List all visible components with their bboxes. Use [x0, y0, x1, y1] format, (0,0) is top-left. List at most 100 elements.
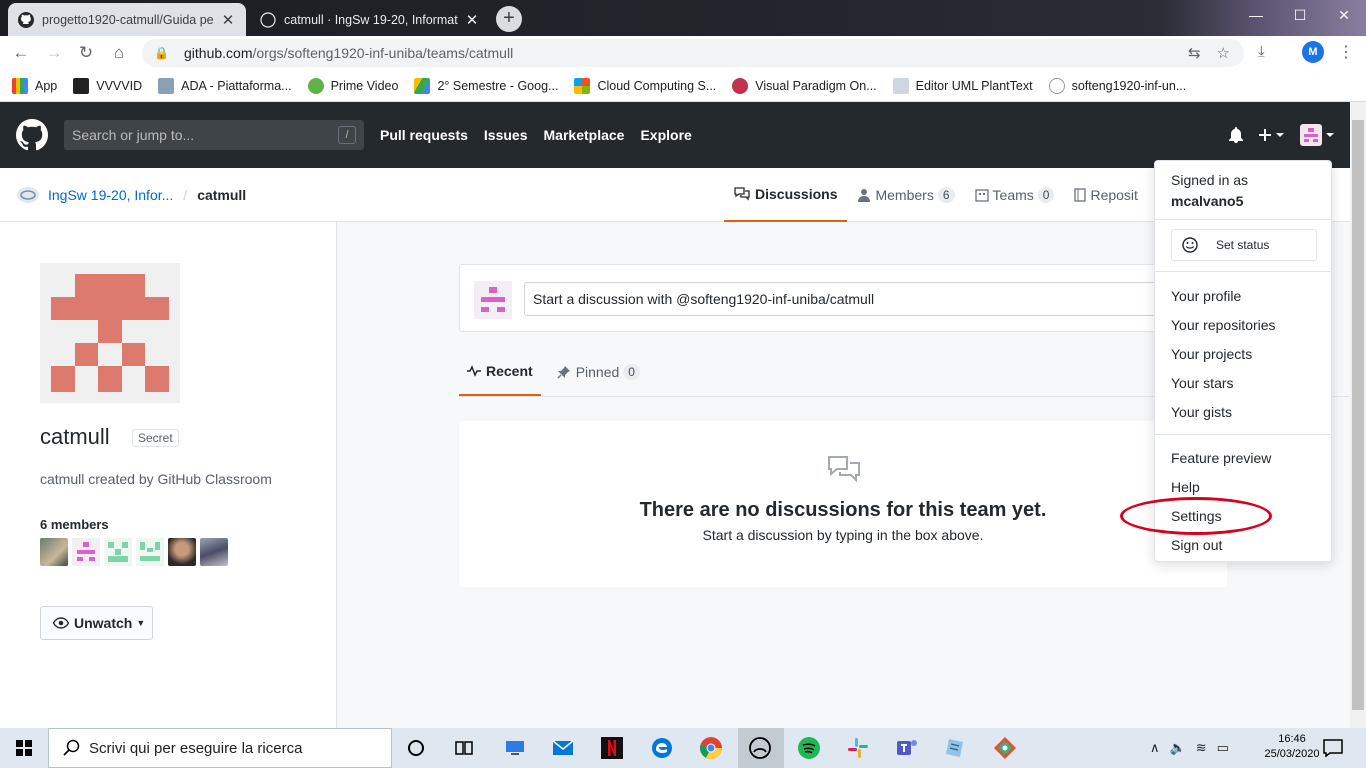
- browser-tab[interactable]: progetto1920-catmull/Guida per ✕: [8, 3, 246, 36]
- breadcrumb-team: catmull: [197, 187, 247, 203]
- bookmark-item[interactable]: softeng1920-inf-un...: [1048, 77, 1186, 94]
- new-tab-button[interactable]: +: [496, 6, 522, 32]
- cortana-icon[interactable]: [404, 736, 428, 760]
- create-new-plus-icon[interactable]: [1258, 127, 1286, 143]
- set-status-button[interactable]: Set status: [1171, 229, 1317, 261]
- menu-your-stars[interactable]: Your stars: [1171, 375, 1234, 391]
- bookmark-star-icon[interactable]: ☆: [1217, 44, 1230, 62]
- browser-tab-active[interactable]: catmull · IngSw 19-20, Informatic ✕: [250, 3, 490, 36]
- tab-pinned[interactable]: Pinned 0: [549, 348, 648, 396]
- github-favicon-icon: [18, 11, 34, 28]
- tab-discussions[interactable]: Discussions: [724, 168, 848, 222]
- back-arrow-icon[interactable]: ←: [8, 40, 34, 66]
- forward-arrow-icon[interactable]: →: [41, 40, 67, 66]
- menu-feature-preview[interactable]: Feature preview: [1171, 450, 1271, 466]
- bookmark-item[interactable]: Cloud Computing S...: [574, 77, 716, 94]
- tab-teams[interactable]: Teams 0: [965, 168, 1065, 222]
- menu-sign-out[interactable]: Sign out: [1171, 537, 1222, 553]
- bookmark-item[interactable]: Prime Video: [307, 77, 398, 94]
- unwatch-button[interactable]: Unwatch ▼: [40, 606, 153, 640]
- bookmark-item[interactable]: VVVVID: [73, 77, 142, 94]
- wifi-icon[interactable]: ≋: [1196, 740, 1207, 756]
- organization-icon: [974, 189, 989, 202]
- menu-kebab-icon[interactable]: ⋮: [1338, 42, 1354, 62]
- netflix-icon[interactable]: [600, 736, 624, 760]
- member-avatar[interactable]: [72, 538, 100, 566]
- address-bar-icons: ⇆ ☆: [1188, 39, 1230, 67]
- this-pc-icon[interactable]: [503, 736, 527, 760]
- member-avatar[interactable]: [40, 538, 68, 566]
- close-tab-icon[interactable]: ✕: [464, 11, 480, 29]
- nav-issues[interactable]: Issues: [484, 127, 528, 143]
- menu-your-gists[interactable]: Your gists: [1171, 404, 1232, 420]
- close-tab-icon[interactable]: ✕: [220, 11, 236, 29]
- address-bar[interactable]: 🔒 github.com/orgs/softeng1920-inf-uniba/…: [142, 39, 1244, 67]
- menu-your-repositories[interactable]: Your repositories: [1171, 317, 1276, 333]
- spotify-icon[interactable]: [797, 736, 821, 760]
- pulse-icon: [467, 365, 481, 377]
- minimize-icon[interactable]: —: [1234, 0, 1278, 32]
- microsoft-icon: [574, 77, 591, 94]
- github-desktop-icon[interactable]: [748, 736, 772, 760]
- team-description: catmull created by GitHub Classroom: [40, 471, 272, 487]
- download-icon[interactable]: ⤓: [1258, 43, 1265, 60]
- taskbar-search-box[interactable]: Scrivi qui per eseguire la ricerca: [48, 728, 392, 768]
- bookmark-label: App: [35, 78, 58, 93]
- browser-profile-avatar[interactable]: M: [1302, 41, 1324, 63]
- bookmark-item[interactable]: Editor UML PlantText: [892, 77, 1033, 94]
- maximize-icon[interactable]: ☐: [1278, 0, 1322, 32]
- menu-divider: [1155, 271, 1331, 272]
- menu-your-profile[interactable]: Your profile: [1171, 288, 1241, 304]
- chrome-icon[interactable]: [699, 736, 723, 760]
- reload-icon[interactable]: ↻: [73, 40, 99, 66]
- google-drive-icon: [414, 77, 431, 94]
- keyboard-icon[interactable]: ▭: [1217, 740, 1229, 756]
- windows-start-icon[interactable]: [0, 728, 48, 768]
- action-center-icon[interactable]: [1322, 737, 1344, 759]
- member-avatar-list: [40, 538, 228, 566]
- nav-explore[interactable]: Explore: [640, 127, 691, 143]
- github-logo-icon[interactable]: [16, 119, 48, 151]
- breadcrumb-org-link[interactable]: IngSw 19-20, Infor...: [48, 187, 173, 203]
- task-view-icon[interactable]: [452, 736, 476, 760]
- notification-bell-icon[interactable]: [1228, 127, 1244, 143]
- breadcrumb-separator: /: [183, 187, 188, 203]
- comment-discussion-icon: [828, 456, 860, 483]
- start-discussion-input[interactable]: Start a discussion with @softeng1920-inf…: [524, 282, 1204, 316]
- menu-your-projects[interactable]: Your projects: [1171, 346, 1252, 362]
- chevron-up-icon[interactable]: ∧: [1150, 740, 1160, 756]
- member-avatar[interactable]: [200, 538, 228, 566]
- caret-down-icon: ▼: [136, 618, 146, 628]
- tab-members[interactable]: Members 6: [847, 168, 964, 222]
- member-avatar[interactable]: [136, 538, 164, 566]
- edge-icon[interactable]: [650, 736, 674, 760]
- tab-repositories[interactable]: Reposit: [1064, 168, 1147, 222]
- home-icon[interactable]: ⌂: [106, 40, 132, 66]
- volume-icon[interactable]: 🔈: [1170, 740, 1186, 756]
- slack-icon[interactable]: [846, 736, 870, 760]
- bookmark-item[interactable]: Visual Paradigm On...: [732, 77, 877, 94]
- bookmark-apps[interactable]: App: [12, 77, 58, 94]
- taskbar-clock[interactable]: 16:46 25/03/2020: [1262, 732, 1322, 762]
- close-window-icon[interactable]: ✕: [1322, 0, 1366, 32]
- mail-icon[interactable]: [551, 736, 575, 760]
- member-avatar[interactable]: [168, 538, 196, 566]
- bookmark-item[interactable]: 2° Semestre - Goog...: [414, 77, 558, 94]
- tab-recent[interactable]: Recent: [459, 348, 541, 396]
- github-search-input[interactable]: Search or jump to... /: [64, 120, 364, 150]
- team-avatar: [40, 263, 180, 403]
- org-avatar-icon[interactable]: [16, 186, 40, 204]
- signed-in-as-label: Signed in as: [1171, 172, 1249, 188]
- clock-time: 16:46: [1278, 733, 1306, 745]
- scrollbar-thumb[interactable]: [1352, 120, 1364, 710]
- gitkraken-icon[interactable]: [993, 736, 1017, 760]
- bookmark-item[interactable]: ADA - Piattaforma...: [158, 77, 292, 94]
- member-avatar[interactable]: [104, 538, 132, 566]
- menu-help[interactable]: Help: [1171, 479, 1200, 495]
- teams-icon[interactable]: [895, 736, 919, 760]
- translate-icon[interactable]: ⇆: [1188, 44, 1201, 62]
- nav-marketplace[interactable]: Marketplace: [544, 127, 625, 143]
- notes-app-icon[interactable]: [944, 736, 968, 760]
- nav-pull-requests[interactable]: Pull requests: [380, 127, 468, 143]
- user-avatar-menu-icon[interactable]: [1300, 124, 1334, 146]
